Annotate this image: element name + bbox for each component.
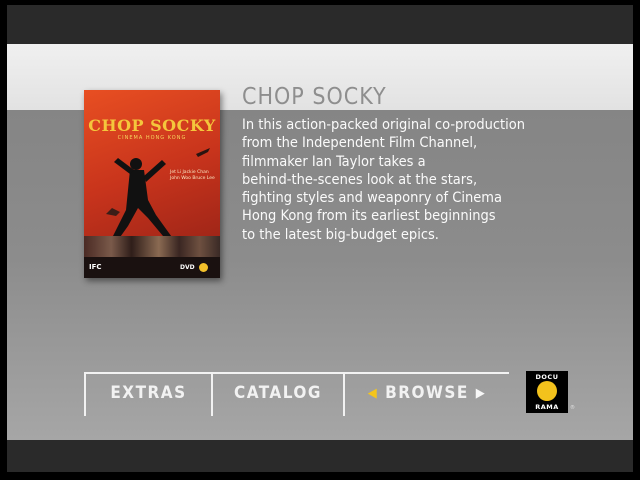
cover-credits: Jet Li Jackie Chan John Woo Bruce Lee [170, 170, 215, 181]
docurama-circle-icon [537, 381, 557, 401]
dvd-menu-screen: CHOP SOCKY CINEMA HONG KONG Jet Li Jacki… [7, 5, 633, 472]
browse-label: BROWSE [385, 383, 469, 403]
browse-button[interactable]: ◀ BROWSE ▶ [343, 374, 509, 416]
catalog-button[interactable]: CATALOG [211, 374, 343, 416]
dvd-logo: DVD [180, 264, 195, 271]
catalog-label: CATALOG [234, 383, 322, 403]
browse-right-arrow-icon[interactable]: ▶ [476, 386, 487, 401]
brand-bottom-text: RAMA [535, 403, 559, 411]
browse-left-arrow-icon[interactable]: ◀ [368, 386, 379, 401]
extras-button[interactable]: EXTRAS [84, 374, 211, 416]
dvd-cover-image: CHOP SOCKY CINEMA HONG KONG Jet Li Jacki… [84, 90, 220, 278]
registered-mark: ® [570, 405, 575, 411]
film-description: In this action-packed original co-produc… [242, 117, 526, 243]
cover-photo-strip [84, 236, 220, 257]
extras-label: EXTRAS [110, 383, 187, 403]
ifc-logo: IFC [89, 263, 102, 271]
film-title: CHOP SOCKY [242, 84, 387, 110]
docurama-logo: DOCU RAMA [526, 371, 568, 413]
brand-top-text: DOCU [535, 373, 559, 381]
top-bar [7, 5, 633, 44]
menu-nav: EXTRAS CATALOG ◀ BROWSE ▶ [84, 372, 509, 416]
bottom-bar [7, 440, 633, 472]
docurama-small-logo-icon [199, 263, 208, 272]
